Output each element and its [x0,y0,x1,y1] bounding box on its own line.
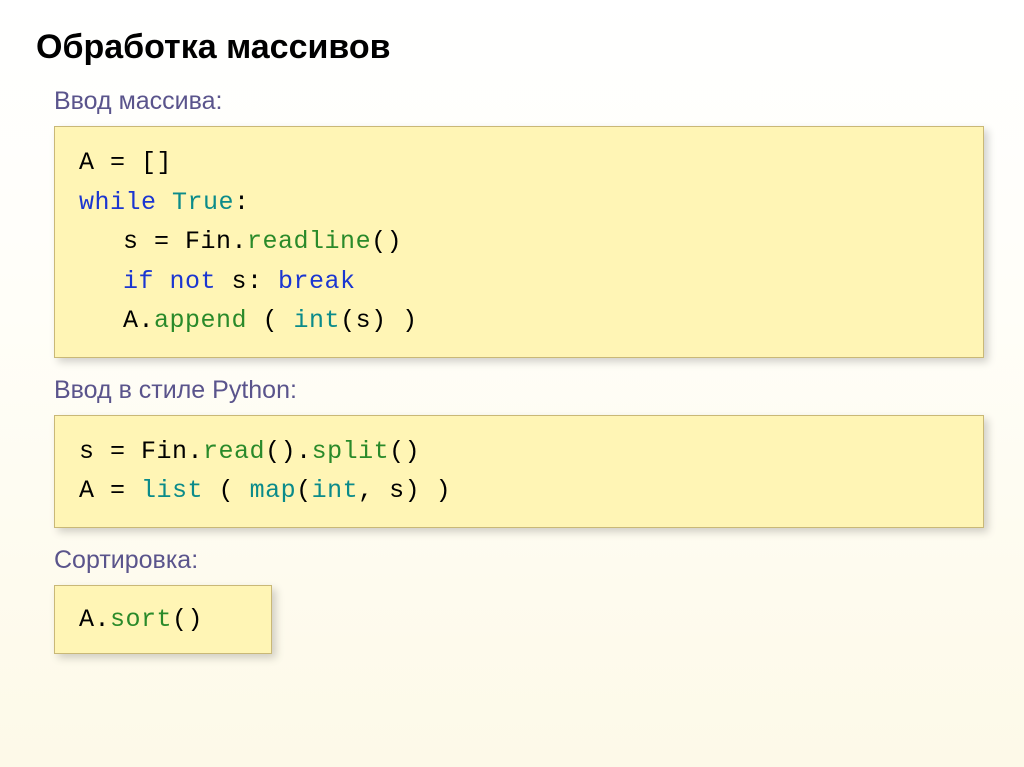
code-line: s = Fin.read().split() [79,432,959,472]
code-keyword: while [79,188,157,217]
code-token: = [95,476,142,505]
code-token: (s) ) [340,306,418,335]
section-heading-sort: Сортировка: [54,546,988,575]
code-builtin: int [312,476,359,505]
code-line: A = [] [79,143,959,183]
code-method: append [154,306,247,335]
code-token: = Fin. [139,227,248,256]
code-line: A = list ( map(int, s) ) [79,471,959,511]
code-token: , s) ) [358,476,451,505]
code-token: : [234,188,250,217]
code-token: s [123,227,139,256]
code-line: A.append ( int(s) ) [79,301,959,341]
code-keyword: if not [123,267,216,296]
code-token: () [389,437,420,466]
code-token: A. [123,306,154,335]
section-heading-python-style: Ввод в стиле Python: [54,376,988,405]
code-block-python-style: s = Fin.read().split() A = list ( map(in… [54,415,984,528]
code-line: A.sort() [79,600,247,640]
code-token: s: [216,267,278,296]
code-block-input: A = [] while True: s = Fin.readline() if… [54,126,984,358]
code-line: s = Fin.readline() [79,222,959,262]
code-block-sort: A.sort() [54,585,272,655]
slide-title: Обработка массивов [36,28,988,67]
code-line: if not s: break [79,262,959,302]
code-token: A. [79,605,110,634]
code-method: readline [247,227,371,256]
code-token: = [] [95,148,173,177]
code-token: ( [203,476,250,505]
code-method: sort [110,605,172,634]
section-heading-input: Ввод массива: [54,87,988,116]
code-builtin: map [250,476,297,505]
code-token: A [79,476,95,505]
code-token: (). [265,437,312,466]
code-token: A [79,148,95,177]
code-token: s [79,437,95,466]
code-token: ( [296,476,312,505]
code-line: while True: [79,183,959,223]
code-method: split [312,437,390,466]
code-builtin: int [294,306,341,335]
code-token: () [371,227,402,256]
code-keyword: break [278,267,356,296]
code-method: read [203,437,265,466]
code-keyword: True [157,188,235,217]
code-token: = Fin. [95,437,204,466]
code-builtin: list [141,476,203,505]
code-token: () [172,605,203,634]
code-token: ( [247,306,294,335]
